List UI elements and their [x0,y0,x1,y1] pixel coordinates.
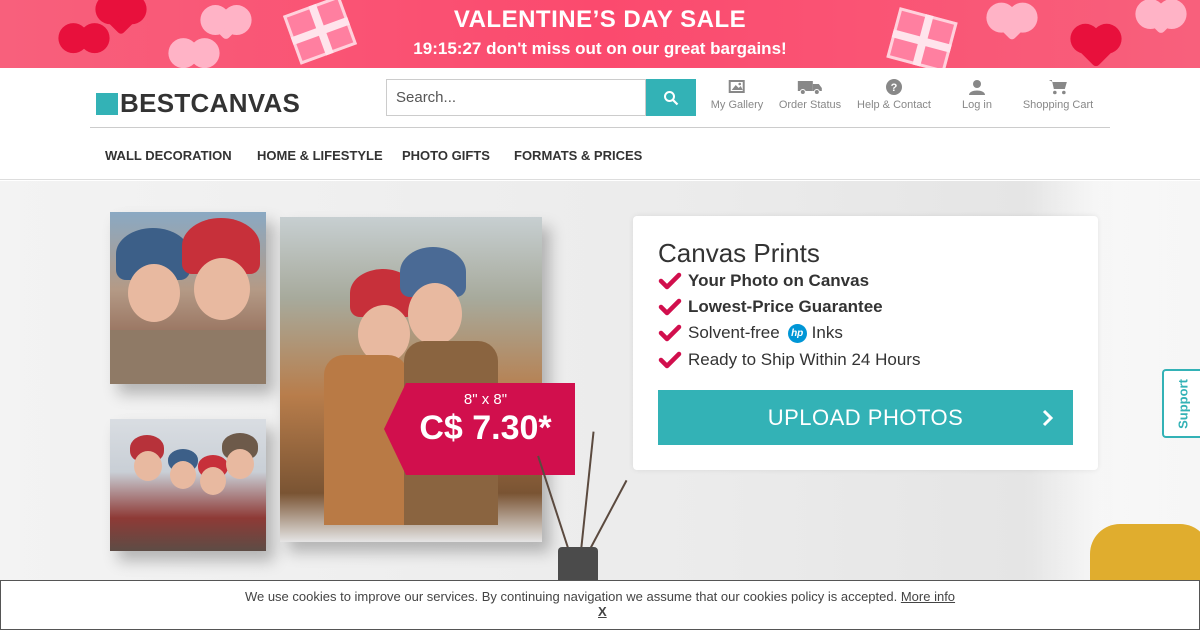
truck-icon [797,81,822,95]
branch-decoration [588,479,628,552]
search-button[interactable] [646,79,696,116]
feature-text: Inks [811,323,843,342]
checkmark-icon [658,324,682,342]
nav-label: Log in [962,99,992,111]
site-header: BESTCANVAS My Gallery Order Status ? Hel… [0,68,1200,128]
cookie-bar: We use cookies to improve our services. … [0,580,1200,630]
nav-help-contact[interactable]: ? Help & Contact [857,78,931,111]
nav-order-status[interactable]: Order Status [779,78,841,111]
feature-item: Solvent-free hp Inks [658,323,843,343]
site-logo[interactable]: BESTCANVAS [96,88,300,119]
nav-label: Help & Contact [857,99,931,111]
gallery-icon [729,80,745,93]
search-input[interactable] [386,79,646,116]
logo-text: BESTCANVAS [120,88,301,118]
feature-text: Lowest-Price Guarantee [688,297,883,316]
promo-countdown: 19:15:27 don't miss out on our great bar… [413,39,787,58]
cookie-close-button[interactable]: X [598,604,607,619]
checkmark-icon [658,298,682,316]
feature-text: Solvent-free [688,323,780,342]
hero-section: 8" x 8" C$ 7.30* Canvas Prints Your Phot… [0,181,1200,630]
chevron-right-icon [1042,409,1054,427]
nav-log-in[interactable]: Log in [962,78,992,111]
price-size: 8" x 8" [463,391,508,408]
support-tab[interactable]: Support [1162,369,1200,438]
product-info-card: Canvas Prints Your Photo on Canvas Lowes… [633,216,1098,470]
user-icon [968,80,985,95]
menu-formats-prices[interactable]: FORMATS & PRICES [514,148,642,163]
nav-shopping-cart[interactable]: Shopping Cart [1023,78,1093,111]
feature-text: Your Photo on Canvas [688,271,870,290]
menu-home-lifestyle[interactable]: HOME & LIFESTYLE [257,148,383,163]
nav-label: Order Status [778,99,842,111]
hp-logo-icon: hp [787,323,807,343]
feature-item: Ready to Ship Within 24 Hours [658,350,920,370]
promo-banner[interactable]: VALENTINE’S DAY SALE 19:15:27 don't miss… [0,0,1200,68]
feature-text: Ready to Ship Within 24 Hours [688,350,921,369]
nav-label: Shopping Cart [1022,99,1094,111]
cookie-more-info-link[interactable]: More info [901,589,955,604]
feature-item: Your Photo on Canvas [658,271,869,291]
canvas-photo-couple-winter [280,217,542,542]
main-menu: WALL DECORATION HOME & LIFESTYLE PHOTO G… [0,128,1200,180]
svg-text:?: ? [891,82,898,94]
search-icon [664,90,679,105]
menu-wall-decoration[interactable]: WALL DECORATION [105,148,232,163]
canvas-photo-couple-closeup [110,212,266,384]
support-label: Support [1175,378,1191,429]
help-icon: ? [885,79,902,95]
nav-my-gallery[interactable]: My Gallery [710,78,764,111]
cart-icon [1048,80,1067,95]
upload-photos-button[interactable]: UPLOAD PHOTOS [658,390,1073,445]
canvas-photo-friends-group [110,419,266,551]
price-value: C$ 7.30* [419,409,552,447]
price-tag: 8" x 8" C$ 7.30* [384,383,575,475]
nav-label: My Gallery [710,99,764,111]
promo-title: VALENTINE’S DAY SALE [453,6,747,33]
cookie-message: We use cookies to improve our services. … [1,589,1199,604]
checkmark-icon [658,351,682,369]
logo-square-icon [96,92,118,115]
checkmark-icon [658,272,682,290]
cookie-text: We use cookies to improve our services. … [244,589,898,604]
branch-decoration [580,431,595,552]
card-title: Canvas Prints [658,238,820,268]
upload-photos-label: UPLOAD PHOTOS [767,404,964,430]
menu-photo-gifts[interactable]: PHOTO GIFTS [402,148,490,163]
feature-item: Lowest-Price Guarantee [658,297,883,317]
